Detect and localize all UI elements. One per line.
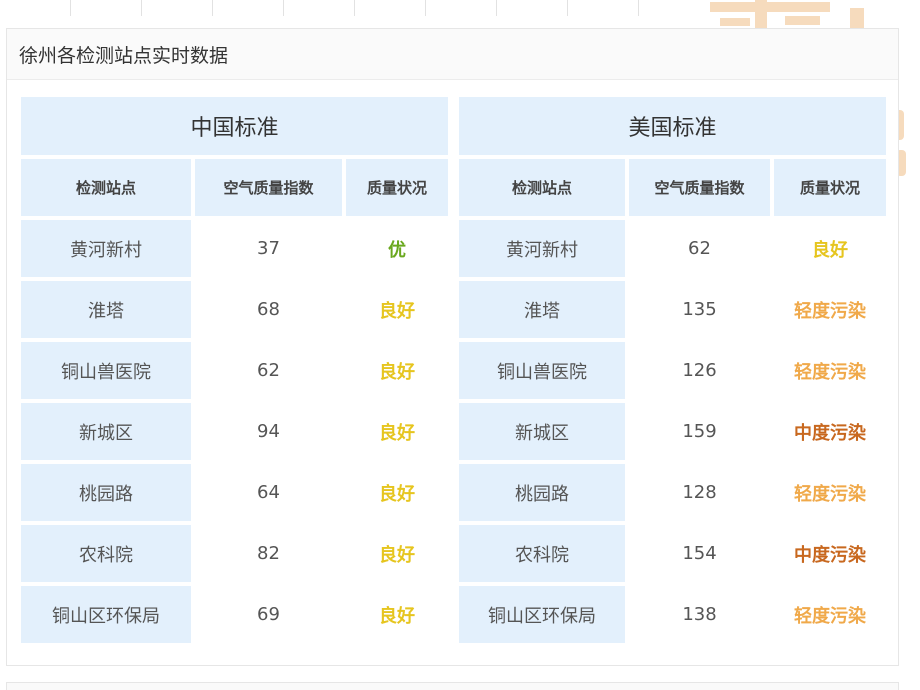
aqi-value: 159 [629,403,770,460]
top-nav-cell[interactable] [497,0,568,16]
top-nav-cell[interactable] [568,0,639,16]
quality-status: 良好 [346,586,448,643]
aqi-value: 82 [195,525,342,582]
station-name: 铜山区环保局 [21,586,191,643]
aqi-value: 138 [629,586,770,643]
next-panel-edge [6,682,899,690]
column-header-aqi: 空气质量指数 [629,159,770,216]
station-name: 淮塔 [21,281,191,338]
station-name: 黄河新村 [459,220,625,277]
top-nav-cell[interactable] [213,0,284,16]
quality-status: 优 [346,220,448,277]
station-name: 铜山兽医院 [459,342,625,399]
usa-standard-table: 美国标准 检测站点 空气质量指数 质量状况 黄河新村 62 良好 淮塔 135 轻度污染铜… [459,97,886,643]
column-header-station: 检测站点 [459,159,625,216]
column-header-quality: 质量状况 [774,159,886,216]
station-name: 农科院 [459,525,625,582]
quality-status: 良好 [346,342,448,399]
top-nav-cell[interactable] [0,0,71,16]
quality-status: 轻度污染 [774,281,886,338]
quality-status: 良好 [346,403,448,460]
station-name: 桃园路 [459,464,625,521]
top-nav-cell[interactable] [284,0,355,16]
station-name: 黄河新村 [21,220,191,277]
quality-status: 轻度污染 [774,342,886,399]
aqi-value: 37 [195,220,342,277]
quality-status: 轻度污染 [774,586,886,643]
quality-status: 良好 [774,220,886,277]
china-standard-table: 中国标准 检测站点 空气质量指数 质量状况 黄河新村 37 优淮塔 68 良好 铜山兽医院… [21,97,448,643]
top-nav-cell[interactable] [142,0,213,16]
top-nav-cell[interactable] [355,0,426,16]
panel-header: 徐州各检测站点实时数据 [7,29,898,80]
aqi-value: 126 [629,342,770,399]
aqi-value: 94 [195,403,342,460]
quality-status: 轻度污染 [774,464,886,521]
quality-status: 良好 [346,464,448,521]
station-name: 农科院 [21,525,191,582]
quality-status: 良好 [346,525,448,582]
station-name: 铜山兽医院 [21,342,191,399]
top-nav-cell[interactable] [426,0,497,16]
top-nav-cell[interactable] [71,0,142,16]
quality-status: 良好 [346,281,448,338]
station-name: 新城区 [21,403,191,460]
station-name: 淮塔 [459,281,625,338]
aqi-value: 128 [629,464,770,521]
column-header-aqi: 空气质量指数 [195,159,342,216]
aqi-value: 62 [629,220,770,277]
top-nav-strip [0,0,700,16]
station-name: 桃园路 [21,464,191,521]
aqi-value: 154 [629,525,770,582]
station-data-panel: 徐州各检测站点实时数据 中国标准 检测站点 空气质量指数 质量状况 黄河新村 37… [6,28,899,666]
quality-status: 中度污染 [774,525,886,582]
panel-title: 徐州各检测站点实时数据 [19,44,229,67]
table-title-usa: 美国标准 [459,97,886,155]
aqi-value: 64 [195,464,342,521]
station-name: 新城区 [459,403,625,460]
aqi-value: 135 [629,281,770,338]
aqi-value: 69 [195,586,342,643]
quality-status: 中度污染 [774,403,886,460]
column-header-station: 检测站点 [21,159,191,216]
station-name: 铜山区环保局 [459,586,625,643]
aqi-value: 68 [195,281,342,338]
aqi-value: 62 [195,342,342,399]
column-header-quality: 质量状况 [346,159,448,216]
table-title-china: 中国标准 [21,97,448,155]
